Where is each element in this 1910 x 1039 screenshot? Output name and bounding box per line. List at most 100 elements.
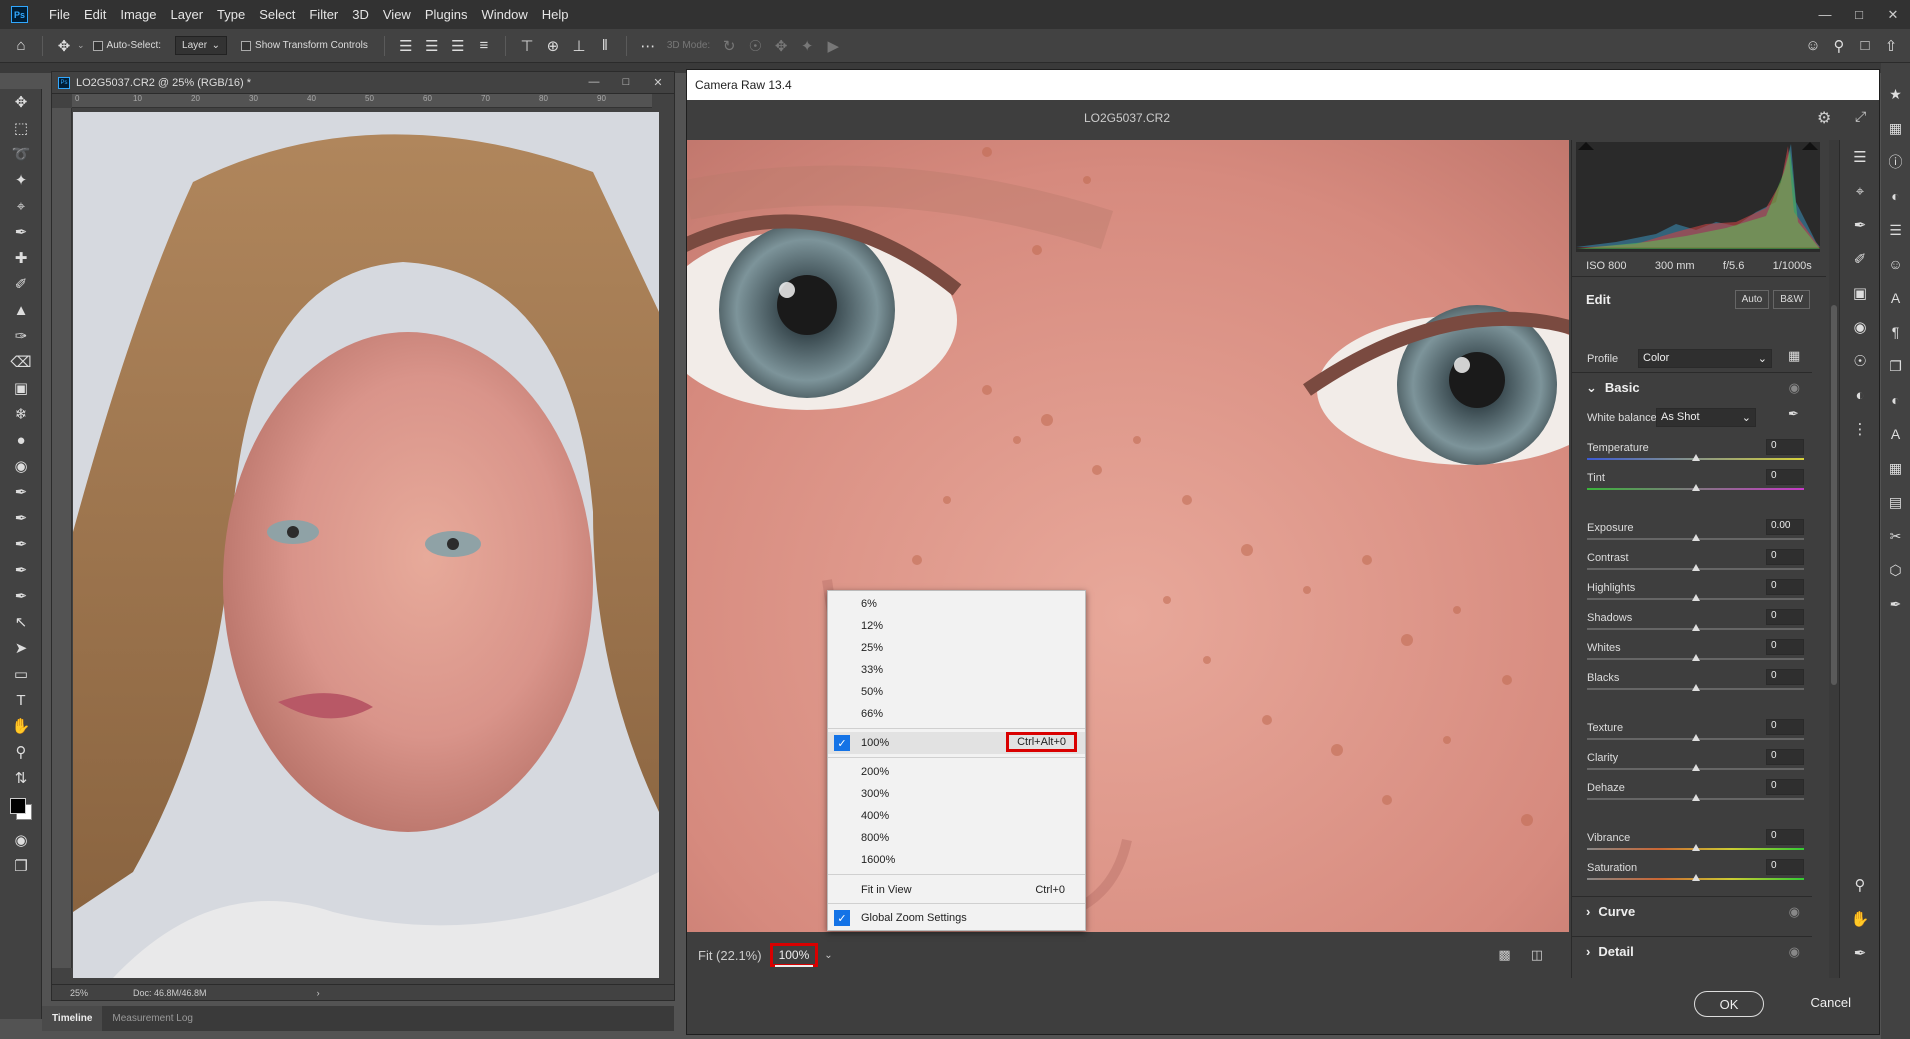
chevron-down-icon[interactable]: ⌄ <box>77 40 85 51</box>
tool-presets-icon[interactable]: ✂ <box>1881 519 1910 553</box>
value-field[interactable]: 0 <box>1766 779 1804 795</box>
adjustments-panel-icon[interactable]: ◐ <box>1881 179 1910 213</box>
history-panel-icon[interactable]: ▦ <box>1881 451 1910 485</box>
menu-file[interactable]: File <box>42 7 77 22</box>
zoom-option-6[interactable]: 6% <box>828 593 1085 615</box>
value-field[interactable]: 0 <box>1766 439 1804 455</box>
move-tool-icon[interactable]: ✥ <box>51 37 77 55</box>
workspace-icon[interactable]: □ <box>1852 37 1878 54</box>
crop-tool-icon[interactable]: ⌖ <box>0 193 42 219</box>
eye-icon[interactable]: ◉ <box>1789 904 1800 920</box>
cancel-button[interactable]: Cancel <box>1811 995 1851 1010</box>
value-field[interactable]: 0.00 <box>1766 519 1804 535</box>
value-field[interactable]: 0 <box>1766 829 1804 845</box>
zoom-percent[interactable]: 25% <box>70 988 88 998</box>
menu-edit[interactable]: Edit <box>77 7 113 22</box>
edit-sliders-icon[interactable]: ☰ <box>1840 140 1880 174</box>
fit-zoom-label[interactable]: Fit (22.1%) <box>698 948 762 963</box>
presets-icon[interactable]: ◐ <box>1840 378 1880 412</box>
info-panel-icon[interactable]: ⓘ <box>1881 145 1910 179</box>
tab-timeline[interactable]: Timeline <box>42 1006 103 1031</box>
chevron-right-icon[interactable]: › <box>317 988 320 998</box>
doc-minimize-icon[interactable]: — <box>578 76 610 89</box>
quick-mask-icon[interactable]: ◉ <box>0 827 42 853</box>
type-tool-icon[interactable]: T <box>0 687 42 713</box>
crop-icon[interactable]: ⌖ <box>1840 174 1880 208</box>
path-select-tool-icon[interactable]: ↖ <box>0 609 42 635</box>
3d-panel-icon[interactable]: ⬡ <box>1881 553 1910 587</box>
glyphs-panel-icon[interactable]: A <box>1881 417 1910 451</box>
zoom-option-33[interactable]: 33% <box>828 659 1085 681</box>
value-field[interactable]: 0 <box>1766 549 1804 565</box>
channels-panel-icon[interactable]: ◐ <box>1881 383 1910 417</box>
rectangle-tool-icon[interactable]: ▭ <box>0 661 42 687</box>
dodge-tool-icon[interactable]: ● <box>0 427 42 453</box>
add-anchor-tool-icon[interactable]: ✒ <box>0 557 42 583</box>
align-top-icon[interactable]: ⊤ <box>514 37 540 55</box>
blur-tool-icon[interactable]: ❄ <box>0 401 42 427</box>
fit-in-view-option[interactable]: Fit in View Ctrl+0 <box>828 879 1085 901</box>
red-eye-icon[interactable]: ☉ <box>1840 344 1880 378</box>
value-field[interactable]: 0 <box>1766 859 1804 875</box>
auto-select-checkbox[interactable]: Auto-Select: <box>92 40 161 51</box>
quick-select-tool-icon[interactable]: ✦ <box>0 167 42 193</box>
distribute-vertical-icon[interactable]: ‖ <box>592 37 618 54</box>
search-icon[interactable]: ⚲ <box>1826 37 1852 55</box>
healing-brush-tool-icon[interactable]: ✚ <box>0 245 42 271</box>
history-brush-tool-icon[interactable]: ✑ <box>0 323 42 349</box>
menu-3d[interactable]: 3D <box>345 7 376 22</box>
white-balance-eyedropper-icon[interactable]: ✒ <box>1788 406 1799 422</box>
menu-view[interactable]: View <box>376 7 418 22</box>
swap-colors-icon[interactable]: ⇅ <box>0 765 42 791</box>
menu-select[interactable]: Select <box>252 7 302 22</box>
more-options-icon[interactable]: ⋯ <box>635 37 661 55</box>
profile-browser-icon[interactable]: ▦ <box>1788 348 1800 364</box>
show-transform-checkbox[interactable]: Show Transform Controls <box>241 40 368 51</box>
auto-button[interactable]: Auto <box>1734 289 1770 309</box>
fullscreen-icon[interactable]: ⤢ <box>1855 108 1866 125</box>
document-canvas-photo[interactable] <box>73 112 659 978</box>
lasso-tool-icon[interactable]: ➰ <box>0 141 42 167</box>
value-field[interactable]: 0 <box>1766 639 1804 655</box>
zoom-chevron-down-icon[interactable]: ⌄ <box>824 950 832 961</box>
curvature-pen-tool-icon[interactable]: ✒ <box>0 531 42 557</box>
curve-section-header[interactable]: › Curve ◉ <box>1572 896 1812 926</box>
eye-icon[interactable]: ◉ <box>1789 944 1800 960</box>
tab-measurement-log[interactable]: Measurement Log <box>102 1013 203 1024</box>
character-panel-icon[interactable]: A <box>1881 281 1910 315</box>
before-after-icon[interactable]: ◫ <box>1531 947 1543 963</box>
pen-tool-icon[interactable]: ✒ <box>0 479 42 505</box>
zoom-tool-icon[interactable]: ⚲ <box>0 739 42 765</box>
zoom-option-100[interactable]: ✓ 100% Ctrl+Alt+0 <box>828 732 1085 754</box>
eraser-tool-icon[interactable]: ⌫ <box>0 349 42 375</box>
menu-image[interactable]: Image <box>113 7 163 22</box>
color-swatches[interactable] <box>0 791 42 827</box>
share-user-icon[interactable]: ☺ <box>1800 37 1826 54</box>
menu-type[interactable]: Type <box>210 7 252 22</box>
swatches-panel-icon[interactable]: ▦ <box>1881 111 1910 145</box>
detail-section-header[interactable]: › Detail ◉ <box>1572 936 1812 966</box>
paragraph-panel-icon[interactable]: ¶ <box>1881 315 1910 349</box>
eyedropper-icon[interactable]: ✒ <box>1840 936 1880 970</box>
properties-panel-icon[interactable]: ☰ <box>1881 213 1910 247</box>
spot-removal-icon[interactable]: ✒ <box>1840 208 1880 242</box>
align-right-icon[interactable]: ☰ <box>445 37 471 55</box>
convert-point-tool-icon[interactable]: ✒ <box>0 583 42 609</box>
adjustment-brush-icon[interactable]: ✐ <box>1840 242 1880 276</box>
zoom-tool-icon[interactable]: ⚲ <box>1840 868 1880 902</box>
panel-scrollbar[interactable] <box>1829 140 1839 978</box>
profile-select[interactable]: Color ⌄ <box>1638 349 1772 368</box>
view-mode-icon[interactable]: ▩ <box>1498 947 1510 963</box>
more-icon[interactable]: ⋮ <box>1840 412 1880 446</box>
align-middle-icon[interactable]: ⊕ <box>540 37 566 55</box>
value-field[interactable]: 0 <box>1766 749 1804 765</box>
preview-image[interactable] <box>687 140 1569 932</box>
home-icon[interactable]: ⌂ <box>8 37 34 54</box>
align-bottom-icon[interactable]: ⊥ <box>566 37 592 55</box>
marquee-tool-icon[interactable]: ⬚ <box>0 115 42 141</box>
menu-plugins[interactable]: Plugins <box>418 7 475 22</box>
document-tab[interactable]: Ps LO2G5037.CR2 @ 25% (RGB/16) * — □ ✕ <box>52 72 674 94</box>
maximize-icon[interactable]: □ <box>1842 0 1876 29</box>
zoom-option-800[interactable]: 800% <box>828 827 1085 849</box>
value-field[interactable]: 0 <box>1766 609 1804 625</box>
